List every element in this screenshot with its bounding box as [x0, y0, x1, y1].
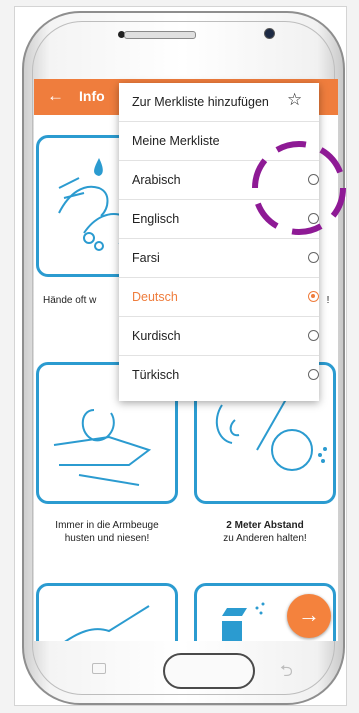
- recent-apps-icon[interactable]: [92, 663, 106, 674]
- highlight-circle-overlay: [252, 141, 346, 235]
- home-button[interactable]: [163, 653, 255, 689]
- back-key-icon[interactable]: ⮌: [280, 660, 293, 687]
- highlight-circle: [252, 141, 346, 235]
